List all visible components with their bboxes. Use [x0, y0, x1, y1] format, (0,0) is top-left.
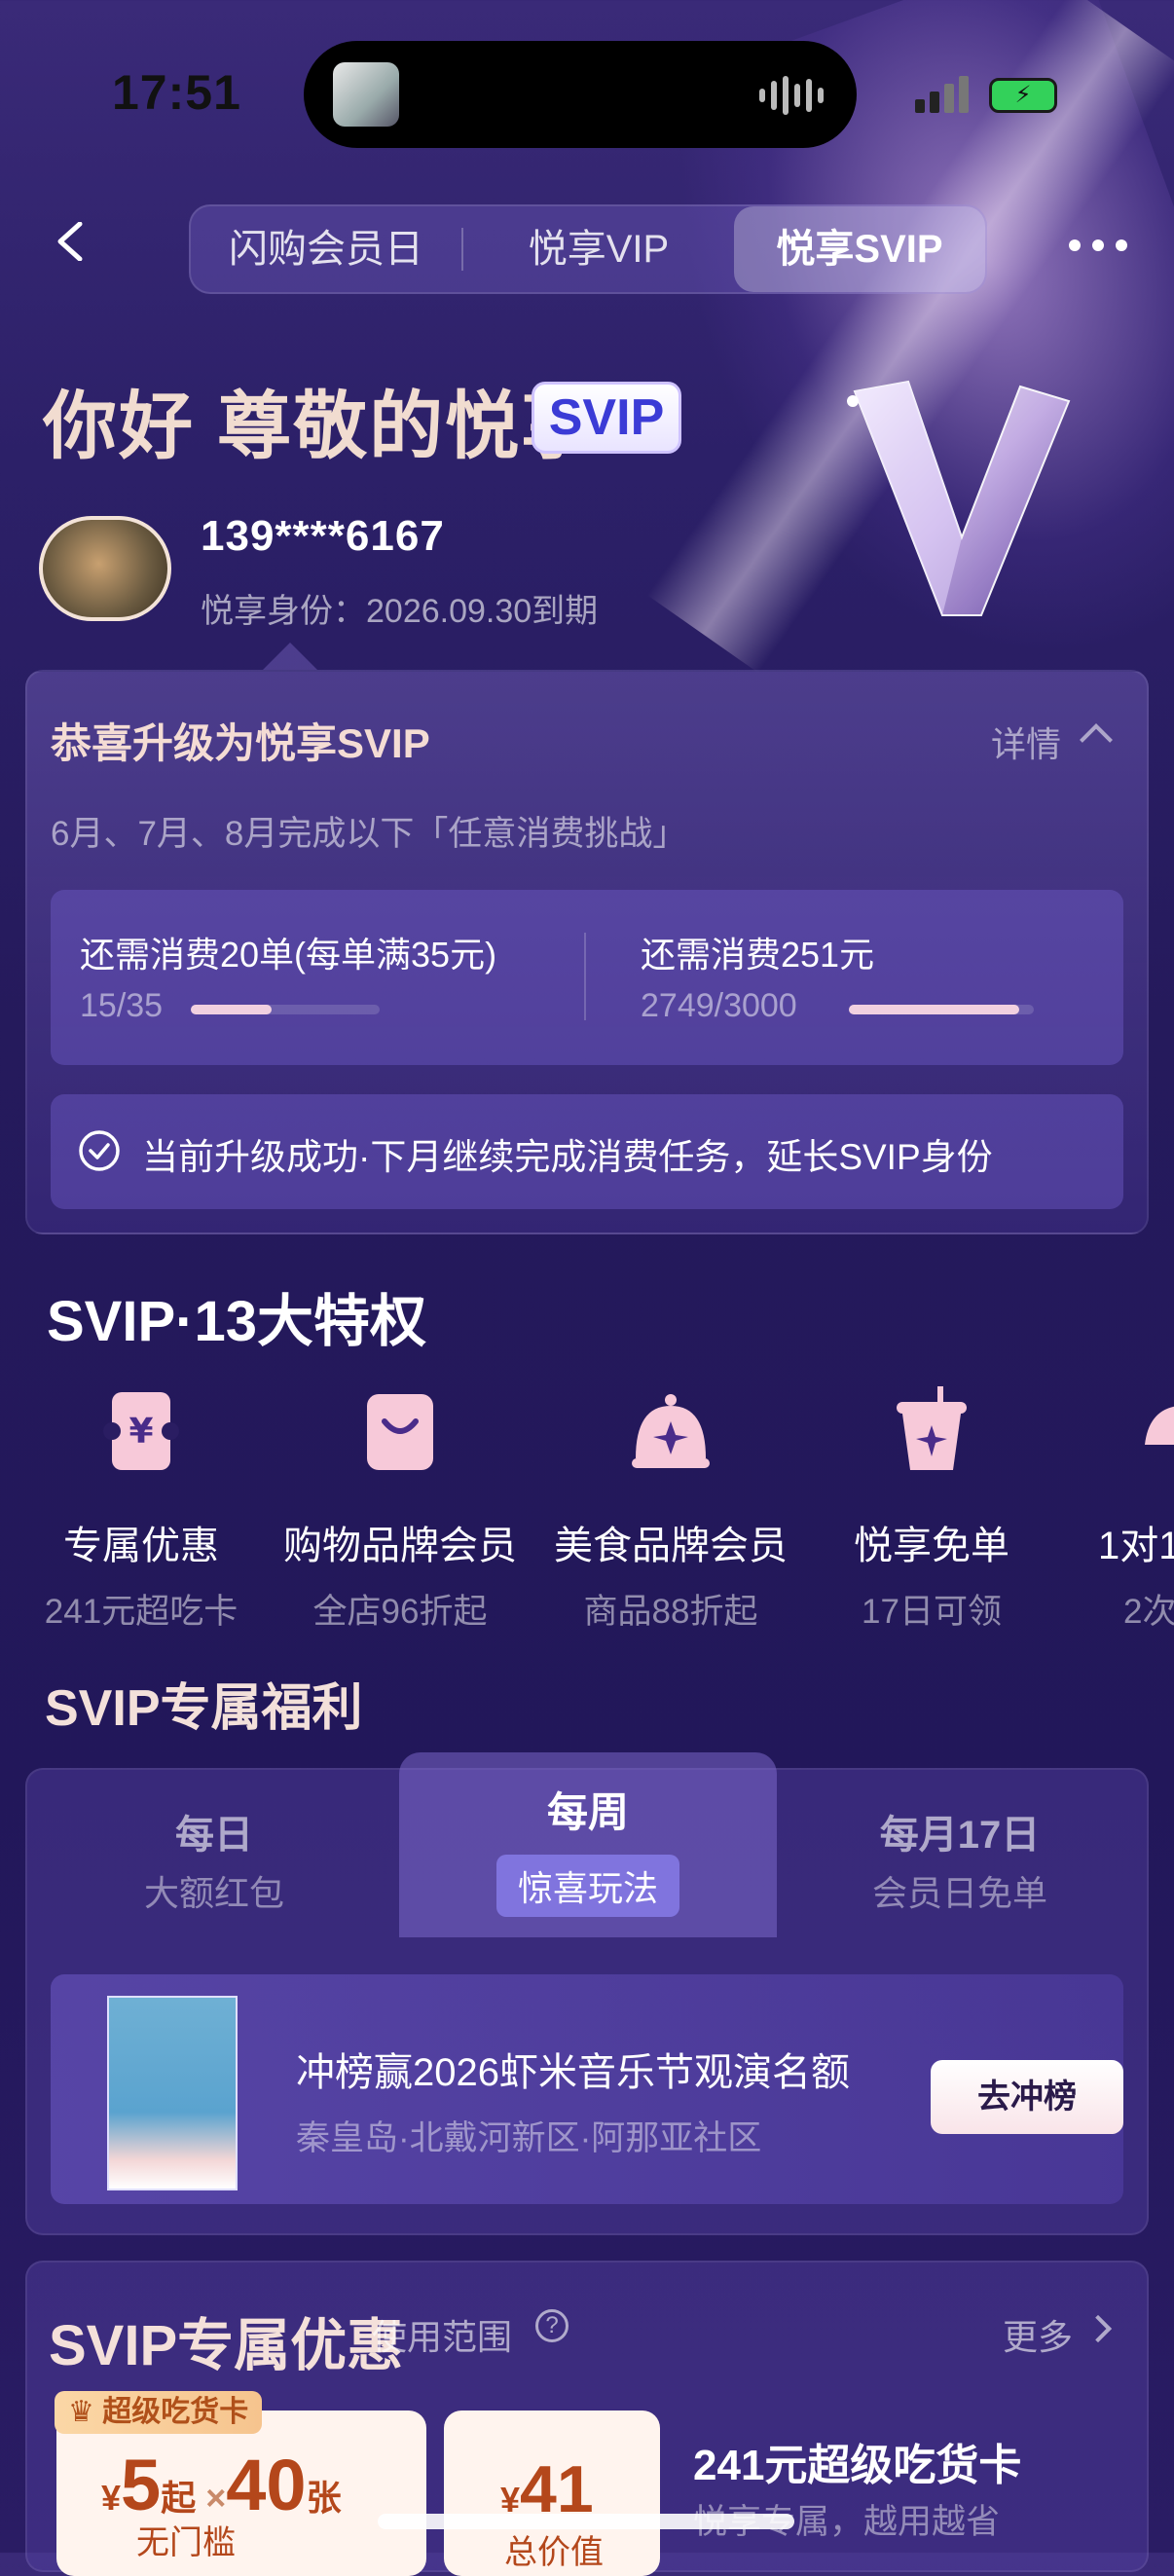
- svg-text:¥: ¥: [128, 1412, 153, 1452]
- welfare-tab-title: 每日: [175, 1814, 253, 1857]
- welfare-tab-weekly[interactable]: 每周 惊喜玩法: [399, 1780, 777, 1917]
- membership-tabs: 闪购会员日 悦享VIP 悦享SVIP: [189, 204, 987, 294]
- status-time: 17:51: [112, 65, 241, 120]
- event-title: 冲榜赢2026虾米音乐节观演名额: [296, 2051, 850, 2094]
- avatar[interactable]: [39, 516, 171, 621]
- now-playing-thumbnail[interactable]: [333, 62, 399, 127]
- signal-icon: [915, 76, 969, 113]
- privilege-item[interactable]: ¥ 专属优惠 241元超吃卡: [19, 1386, 263, 1634]
- privilege-item[interactable]: 1对1 2次: [1051, 1386, 1174, 1634]
- orders-progress-fill: [191, 1005, 273, 1014]
- user-phone: 139****6167: [201, 512, 445, 560]
- welfare-tab-title: 每周: [546, 1789, 629, 1835]
- orders-progress-bar: [191, 1005, 380, 1014]
- privilege-label: 购物品牌会员: [283, 1525, 517, 1567]
- details-toggle[interactable]: 详情: [991, 717, 1061, 767]
- offers-title: SVIP专属优惠: [49, 2314, 404, 2377]
- task-progress-orders: 15/35: [80, 987, 164, 1024]
- coupon-price: ¥5起 ×40张: [101, 2444, 342, 2526]
- membership-expiry: 悦享身份：2026.09.30到期: [201, 593, 599, 630]
- yen-ticket-icon: ¥: [103, 1392, 179, 1470]
- tag-label: 超级吃货卡: [102, 2396, 249, 2428]
- coupon-count-unit: 张: [306, 2478, 342, 2518]
- question-icon[interactable]: ?: [535, 2309, 569, 2342]
- task-label-amount: 还需消费251元: [641, 935, 875, 975]
- back-arrow-icon[interactable]: [51, 222, 90, 261]
- welfare-title: SVIP专属福利: [45, 1680, 363, 1737]
- task-progress-amount: 2749/3000: [641, 987, 797, 1024]
- snack-card-tag: ♛ 超级吃货卡: [55, 2391, 263, 2434]
- svip-badge: SVIP: [532, 382, 681, 454]
- welfare-tab-daily[interactable]: 每日 大额红包: [25, 1803, 403, 1916]
- privilege-item[interactable]: 购物品牌会员 全店96折起: [278, 1386, 522, 1634]
- coupon-meta: 无门槛: [136, 2524, 236, 2561]
- privilege-sub: 商品88折起: [583, 1593, 758, 1631]
- partial-icon: [1145, 1406, 1174, 1445]
- card-pointer: [263, 643, 317, 670]
- privilege-label: 专属优惠: [63, 1525, 219, 1567]
- greeting-title: 你好 尊敬的悦享: [43, 386, 598, 468]
- privilege-sub: 17日可领: [862, 1593, 1002, 1631]
- audio-wave-icon: [759, 74, 827, 117]
- privilege-sub: 241元超吃卡: [44, 1593, 238, 1631]
- currency-symbol: ¥: [101, 2478, 122, 2518]
- welfare-tab-sub: 惊喜玩法: [495, 1855, 679, 1917]
- upgrade-title: 恭喜升级为悦享SVIP: [51, 720, 430, 766]
- shopping-bag-icon: [367, 1394, 433, 1470]
- event-poster-image[interactable]: [107, 1996, 238, 2190]
- drink-cup-icon: [897, 1386, 967, 1470]
- task-progress-box: [51, 890, 1123, 1065]
- check-circle-icon: [79, 1130, 120, 1171]
- welfare-tab-title: 每月17日: [879, 1814, 1041, 1857]
- privilege-item[interactable]: 美食品牌会员 商品88折起: [549, 1386, 792, 1634]
- privilege-item[interactable]: 悦享免单 17日可领: [810, 1386, 1053, 1634]
- task-label-orders: 还需消费20单(每单满35元): [80, 935, 497, 975]
- challenge-description: 6月、7月、8月完成以下「任意消费挑战」: [51, 815, 687, 853]
- privilege-sub: 全店96折起: [312, 1593, 488, 1631]
- privilege-label: 悦享免单: [854, 1525, 1009, 1567]
- usage-scope-link[interactable]: 使用范围: [372, 2309, 512, 2360]
- home-indicator[interactable]: [378, 2514, 794, 2529]
- food-cloche-icon: [632, 1394, 710, 1468]
- coupon-count: 40: [226, 2445, 307, 2525]
- offer-name: 241元超级吃货卡: [693, 2442, 1022, 2489]
- privilege-sub: 2次: [1123, 1593, 1174, 1631]
- battery-charging-icon: ⚡: [989, 78, 1057, 113]
- total-meta: 总价值: [504, 2534, 604, 2571]
- tab-vip[interactable]: 悦享VIP: [463, 206, 734, 292]
- coupon-unit: 起: [161, 2478, 197, 2518]
- more-icon[interactable]: [1069, 239, 1127, 251]
- coupon-amount: 5: [121, 2445, 162, 2525]
- crystal-v-logo: [847, 380, 1071, 616]
- notice-text: 当前升级成功·下月继续完成消费任务，延长SVIP身份: [142, 1137, 993, 1177]
- event-location: 秦皇岛·北戴河新区·阿那亚社区: [296, 2119, 762, 2157]
- welfare-tab-monthly[interactable]: 每月17日 会员日免单: [771, 1803, 1149, 1916]
- amount-progress-bar: [849, 1005, 1034, 1014]
- times-symbol: ×: [205, 2478, 227, 2518]
- tab-svip[interactable]: 悦享SVIP: [734, 206, 985, 292]
- welfare-tab-sub: 大额红包: [143, 1873, 284, 1913]
- join-ranking-button[interactable]: 去冲榜: [931, 2060, 1123, 2134]
- privileges-title: SVIP·13大特权: [47, 1290, 426, 1353]
- task-divider: [584, 933, 586, 1020]
- more-offers-link[interactable]: 更多: [1003, 2309, 1073, 2360]
- privilege-label: 美食品牌会员: [554, 1525, 788, 1567]
- dynamic-island[interactable]: [304, 41, 857, 148]
- welfare-tab-sub: 会员日免单: [871, 1873, 1047, 1913]
- tab-flash-member-day[interactable]: 闪购会员日: [191, 206, 461, 292]
- amount-progress-fill: [849, 1005, 1019, 1014]
- privilege-label: 1对1: [1098, 1525, 1174, 1567]
